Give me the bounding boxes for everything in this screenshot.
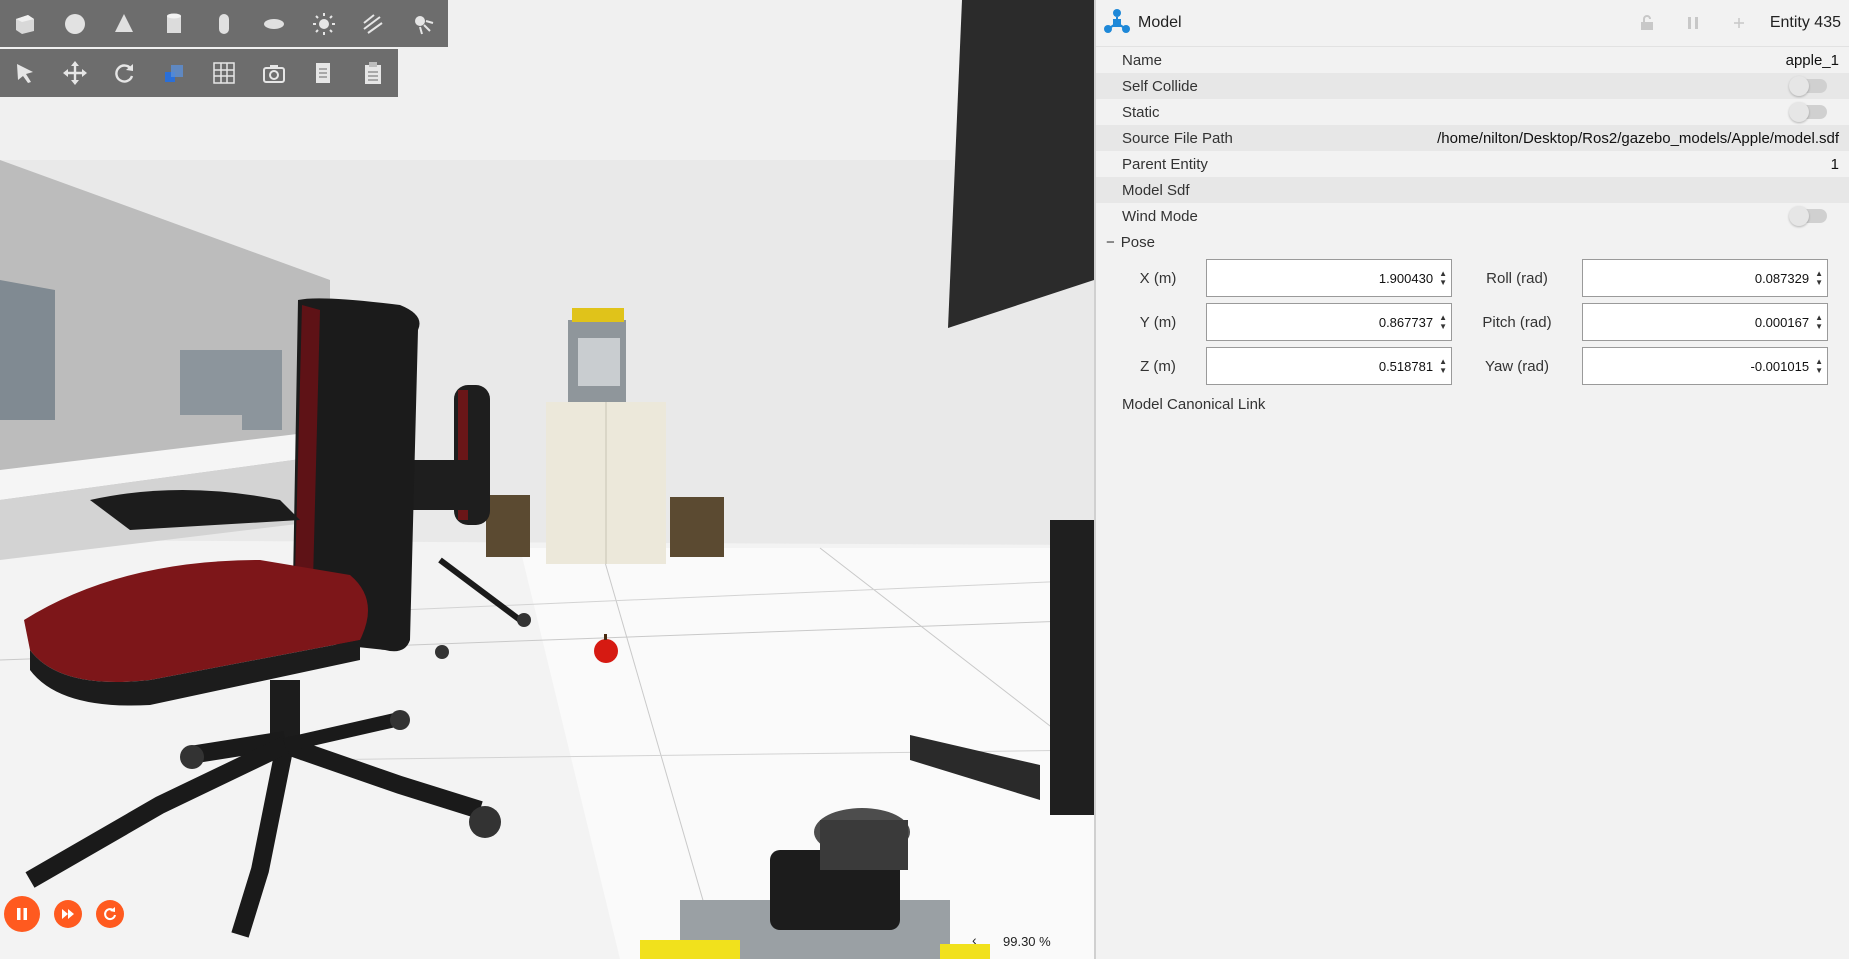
sun-icon[interactable]: [299, 2, 349, 46]
z-value[interactable]: 0.518781: [1379, 359, 1433, 374]
select-arrow-icon[interactable]: [0, 51, 50, 95]
sphere-icon[interactable]: [50, 2, 100, 46]
wind-mode-toggle[interactable]: [1789, 206, 1827, 226]
scale-icon[interactable]: [149, 51, 199, 95]
copy-icon[interactable]: [299, 51, 349, 95]
paste-icon[interactable]: [348, 51, 398, 95]
add-icon[interactable]: [1726, 10, 1752, 36]
fast-forward-icon[interactable]: [54, 900, 82, 928]
spin-arrows-icon[interactable]: ▲ ▼: [1815, 357, 1823, 375]
yaw-label: Yaw (rad): [1485, 357, 1549, 375]
capsule-icon[interactable]: [199, 2, 249, 46]
playback-controls: [4, 896, 124, 932]
y-spinbox[interactable]: 0.867737 ▲ ▼: [1206, 303, 1452, 341]
property-label: Source File Path: [1122, 129, 1233, 147]
entity-label: Entity 435: [1769, 14, 1841, 31]
pose-title: Pose: [1120, 233, 1155, 251]
property-label: Wind Mode: [1122, 207, 1198, 225]
static-toggle[interactable]: [1789, 102, 1827, 122]
z-spinbox[interactable]: 0.518781 ▲ ▼: [1206, 347, 1452, 385]
spin-arrows-icon[interactable]: ▲ ▼: [1439, 313, 1447, 331]
panel-header: Model Entity 435: [1096, 0, 1849, 47]
property-label: Self Collide: [1122, 77, 1198, 95]
real-time-factor: 99.30 %: [1003, 934, 1051, 949]
pitch-label: Pitch (rad): [1482, 313, 1552, 331]
cone-icon[interactable]: [100, 2, 150, 46]
pitch-value[interactable]: 0.000167: [1755, 315, 1809, 330]
property-name: Name apple_1: [1096, 47, 1849, 73]
property-value: 1: [1830, 155, 1839, 173]
ellipsoid-icon[interactable]: [249, 2, 299, 46]
yaw-value[interactable]: -0.001015: [1751, 359, 1810, 374]
property-parent-entity: Parent Entity 1: [1096, 151, 1849, 177]
z-label: Z (m): [1140, 357, 1176, 375]
property-label: Static: [1122, 103, 1160, 121]
spin-arrows-icon[interactable]: ▲ ▼: [1815, 313, 1823, 331]
roll-label: Roll (rad): [1486, 269, 1548, 287]
rotate-icon[interactable]: [100, 51, 150, 95]
spin-arrows-icon[interactable]: ▲ ▼: [1439, 357, 1447, 375]
tools-toolbar: [0, 49, 398, 97]
apple-model: [594, 639, 618, 663]
roll-value[interactable]: 0.087329: [1755, 271, 1809, 286]
camera-icon[interactable]: [249, 51, 299, 95]
self-collide-toggle[interactable]: [1789, 76, 1827, 96]
x-spinbox[interactable]: 1.900430 ▲ ▼: [1206, 259, 1452, 297]
pause-icon[interactable]: [4, 896, 40, 932]
roll-spinbox[interactable]: 0.087329 ▲ ▼: [1582, 259, 1828, 297]
property-value[interactable]: apple_1: [1342, 52, 1839, 69]
unlock-icon[interactable]: [1634, 10, 1660, 36]
component-inspector-panel: Model Entity 435 Name apple_1 Self Colli…: [1094, 0, 1849, 959]
y-label: Y (m): [1139, 313, 1177, 331]
spin-arrows-icon[interactable]: ▲ ▼: [1815, 269, 1823, 287]
model-canonical-link: Model Canonical Link: [1122, 395, 1266, 413]
property-label: Name: [1122, 51, 1163, 69]
spin-arrows-icon[interactable]: ▲ ▼: [1439, 269, 1447, 287]
property-label: Parent Entity: [1122, 155, 1208, 173]
reset-icon[interactable]: [96, 900, 124, 928]
shapes-toolbar: [0, 0, 448, 47]
pose-section-header[interactable]: − Pose: [1096, 229, 1849, 255]
model-icon: [1104, 9, 1130, 33]
3d-viewport[interactable]: ‹ 99.30 %: [0, 0, 1094, 959]
pitch-spinbox[interactable]: 0.000167 ▲ ▼: [1582, 303, 1828, 341]
y-value[interactable]: 0.867737: [1379, 315, 1433, 330]
property-label: Model Sdf: [1122, 181, 1190, 199]
scene-render[interactable]: [0, 0, 1094, 959]
directional-light-icon[interactable]: [348, 2, 398, 46]
pose-grid: X (m) 1.900430 ▲ ▼ Roll (rad) 0.087329 ▲ ▼ Y…: [1096, 255, 1849, 385]
property-value: /home/nilton/Desktop/Ros2/gazebo_models/…: [1437, 129, 1839, 147]
box-icon[interactable]: [0, 2, 50, 46]
panel-title: Model: [1138, 14, 1182, 31]
property-source-file-path: Source File Path /home/nilton/Desktop/Ro…: [1096, 125, 1849, 151]
translate-icon[interactable]: [50, 51, 100, 95]
model-properties: Name apple_1 Self Collide Static Source …: [1096, 47, 1849, 229]
yaw-spinbox[interactable]: -0.001015 ▲ ▼: [1582, 347, 1828, 385]
collapse-icon[interactable]: −: [1106, 234, 1115, 251]
pause-update-icon[interactable]: [1680, 10, 1706, 36]
x-label: X (m): [1139, 269, 1177, 287]
property-static: Static: [1096, 99, 1849, 125]
rtf-collapse-arrow[interactable]: ‹: [972, 932, 977, 948]
property-wind-mode: Wind Mode: [1096, 203, 1849, 229]
x-value[interactable]: 1.900430: [1379, 271, 1433, 286]
property-self-collide: Self Collide: [1096, 73, 1849, 99]
grid-icon[interactable]: [199, 51, 249, 95]
cylinder-icon[interactable]: [149, 2, 199, 46]
property-model-sdf: Model Sdf: [1096, 177, 1849, 203]
spot-light-icon[interactable]: [398, 2, 448, 46]
